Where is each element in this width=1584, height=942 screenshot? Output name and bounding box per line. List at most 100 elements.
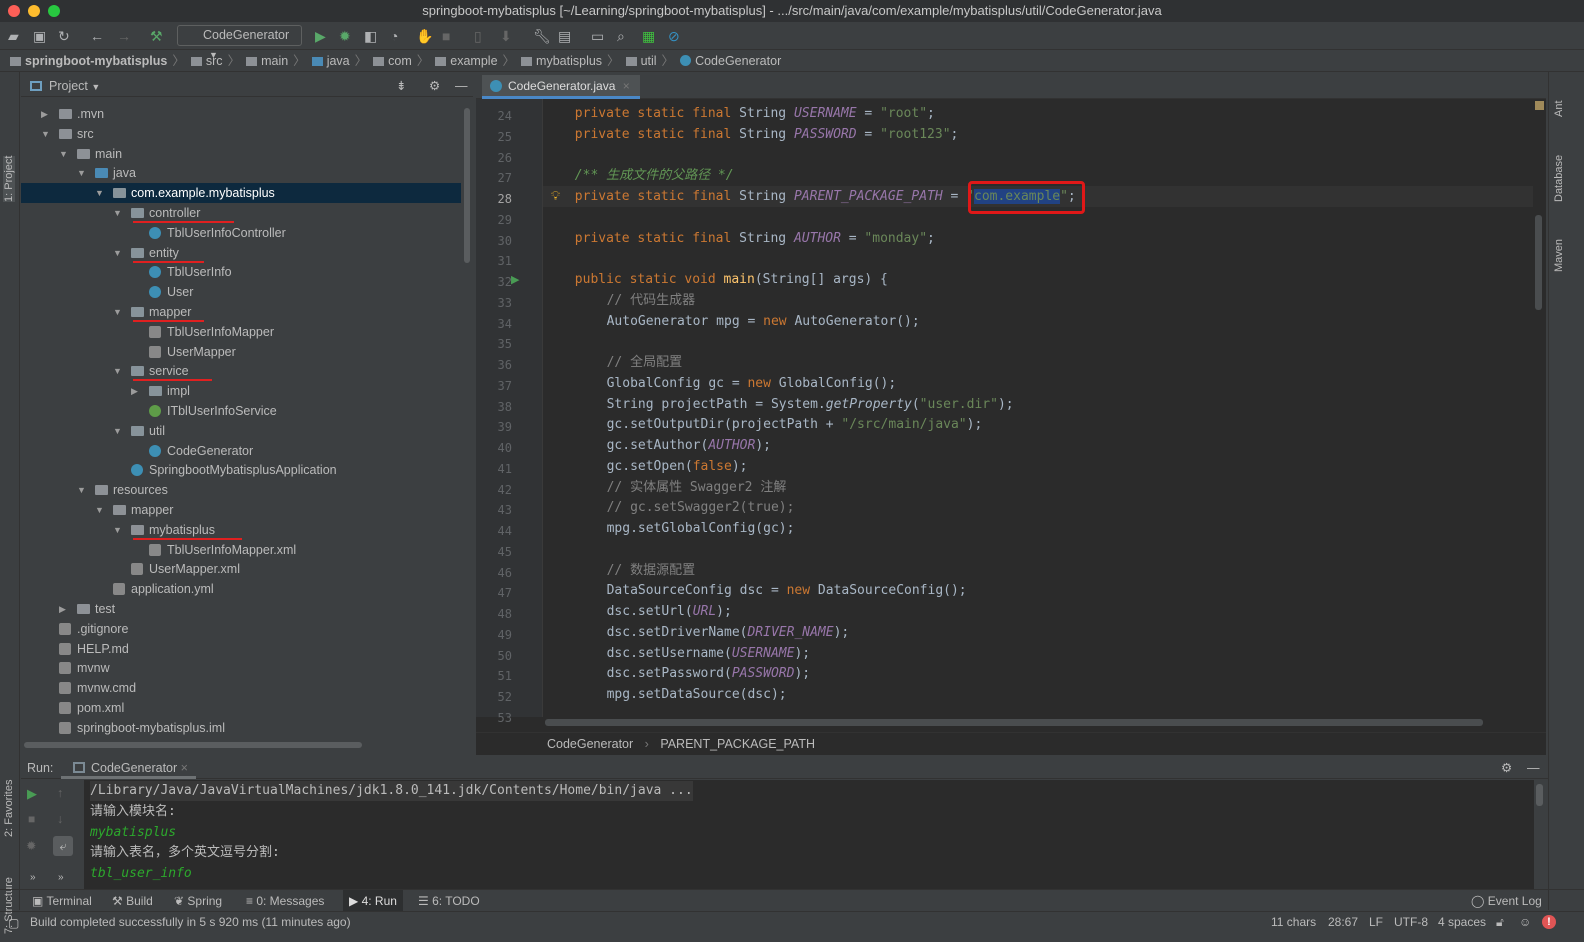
editor-vertical-scrollbar[interactable] [1535, 215, 1542, 310]
chevron-down-icon[interactable]: ▼ [113, 421, 122, 441]
close-tab-icon[interactable]: × [181, 761, 188, 775]
chevron-down-icon[interactable]: ▼ [113, 203, 122, 223]
soft-wrap-icon[interactable]: ⤶ [53, 836, 73, 856]
chevron-down-icon[interactable]: ▼ [95, 183, 104, 203]
code-line[interactable]: String projectPath = System.getProperty(… [543, 395, 1014, 415]
code-line[interactable]: mpg.setDataSource(dsc); [543, 685, 787, 705]
minimize-window-button[interactable] [28, 5, 40, 17]
code-line[interactable]: dsc.setUrl(URL); [543, 602, 732, 622]
tree-item[interactable]: ▶ impl [21, 381, 461, 401]
database-tool-button[interactable]: Database [1553, 155, 1565, 202]
terminal-tool-button[interactable]: ▣ Terminal [26, 890, 98, 912]
tree-item[interactable]: UserMapper [21, 342, 461, 362]
run-config-select[interactable]: CodeGenerator ▼ [177, 25, 302, 60]
attach-icon[interactable]: ✋ [416, 28, 433, 45]
tree-item[interactable]: mvnw [21, 658, 461, 678]
run-icon[interactable]: ▶ [315, 28, 326, 45]
chevron-right-icon[interactable]: ▶ [131, 381, 138, 401]
tree-item[interactable]: ▼ mapper [21, 500, 461, 520]
chevron-down-icon[interactable]: ▼ [59, 144, 68, 164]
console-scrollbar[interactable] [1536, 784, 1543, 806]
tree-item[interactable]: ▼ util [21, 421, 461, 441]
tree-item[interactable]: ▼ main [21, 144, 461, 164]
code-line[interactable]: dsc.setUsername(USERNAME); [543, 644, 811, 664]
messages-tool-button[interactable]: ≡ 0: Messages [240, 890, 330, 912]
breadcrumb-item[interactable]: main 〉 [246, 50, 306, 72]
no-entry-icon[interactable]: ⊘ [668, 28, 680, 45]
tree-item[interactable]: TblUserInfoMapper.xml [21, 540, 461, 560]
terminal-icon[interactable]: ▭ [591, 28, 604, 45]
crumb-class[interactable]: CodeGenerator [547, 737, 633, 751]
code-line[interactable]: gc.setAuthor(AUTHOR); [543, 436, 771, 456]
search-icon[interactable]: ⌕ [617, 28, 625, 45]
crumb-field[interactable]: PARENT_PACKAGE_PATH [660, 737, 815, 751]
back-icon[interactable]: ← [90, 28, 104, 44]
event-log-button[interactable]: ◯ Event Log [1465, 890, 1548, 912]
coverage-icon[interactable]: ◧ [364, 28, 377, 45]
tree-item[interactable]: ▼ java [21, 163, 461, 183]
editor-horizontal-scrollbar[interactable] [545, 719, 1483, 726]
run-gutter-icon[interactable]: ▶ [511, 273, 519, 286]
inspection-status-icon[interactable] [1535, 101, 1544, 110]
gear-icon[interactable]: ⚙ [1501, 757, 1512, 779]
tree-item[interactable]: application.yml [21, 579, 461, 599]
code-line[interactable]: private static final String PASSWORD = "… [543, 125, 959, 145]
code-line[interactable]: gc.setOutputDir(projectPath + "/src/main… [543, 415, 983, 435]
deploy-icon[interactable]: ⬇ [500, 28, 512, 45]
unlock-icon[interactable]: 🔓︎ [1496, 912, 1504, 932]
gear-icon[interactable]: ⚙ [429, 75, 440, 97]
indent-setting[interactable]: 4 spaces [1438, 912, 1486, 932]
tree-item[interactable]: TblUserInfoController [21, 223, 461, 243]
breadcrumb-item[interactable]: com 〉 [373, 50, 429, 72]
toggle-panels-icon[interactable]: ▢ [8, 913, 19, 933]
tree-item[interactable]: UserMapper.xml [21, 559, 461, 579]
chevron-down-icon[interactable]: ▼ [113, 361, 122, 381]
todo-tool-button[interactable]: ☰ 6: TODO [412, 890, 486, 912]
chevron-down-icon[interactable]: ▼ [113, 520, 122, 540]
tree-item[interactable]: ▼ entity [21, 243, 461, 263]
maximize-window-button[interactable] [48, 5, 60, 17]
tree-item[interactable]: ▼ controller [21, 203, 461, 223]
tree-item[interactable]: ▼ src [21, 124, 461, 144]
breadcrumb-item[interactable]: util 〉 [625, 50, 674, 72]
code-line[interactable]: dsc.setDriverName(DRIVER_NAME); [543, 623, 850, 643]
hide-panel-icon[interactable]: — [1527, 757, 1540, 779]
build-hammer-icon[interactable]: ⚒ [150, 28, 163, 45]
tree-item[interactable]: pom.xml [21, 698, 461, 718]
project-structure-icon[interactable]: ▤ [558, 28, 571, 45]
tree-item[interactable]: TblUserInfoMapper [21, 322, 461, 342]
tree-item[interactable]: SpringbootMybatisplusApplication [21, 460, 461, 480]
code-line[interactable]: // 代码生成器 [543, 291, 695, 311]
wrench-icon[interactable]: 🔧︎ [533, 28, 551, 45]
more-icon[interactable]: » [58, 872, 64, 883]
line-separator[interactable]: LF [1369, 912, 1383, 932]
rerun-icon[interactable]: ▶ [27, 786, 37, 802]
status-message[interactable]: Build completed successfully in 5 s 920 … [30, 912, 351, 932]
ant-tool-button[interactable]: Ant [1553, 100, 1565, 117]
code-line[interactable]: private static final String AUTHOR = "mo… [543, 229, 935, 249]
open-icon[interactable]: ▰ [8, 28, 19, 45]
chevron-down-icon[interactable]: ▼ [77, 480, 86, 500]
code-line[interactable]: // 全局配置 [543, 353, 682, 373]
project-view-selector[interactable]: Project ▼ [49, 75, 100, 98]
breadcrumb-item[interactable]: example 〉 [435, 50, 515, 72]
tree-horizontal-scrollbar[interactable] [24, 742, 362, 748]
project-tool-button[interactable]: 1: Project [3, 155, 15, 202]
run-tab-codegenerator[interactable]: CodeGenerator × [61, 757, 196, 779]
tree-item[interactable]: ▼ service [21, 361, 461, 382]
code-line[interactable]: DataSourceConfig dsc = new DataSourceCon… [543, 581, 967, 601]
hide-panel-icon[interactable]: — [455, 75, 468, 97]
tree-item[interactable]: ▼ mapper [21, 302, 461, 322]
tree-item[interactable]: mvnw.cmd [21, 678, 461, 698]
file-encoding[interactable]: UTF-8 [1394, 912, 1428, 932]
tree-item[interactable]: ▶ test [21, 599, 461, 619]
breadcrumb-item[interactable]: mybatisplus 〉 [521, 50, 620, 72]
chevron-down-icon[interactable]: ▼ [77, 163, 86, 183]
tree-item[interactable]: ITblUserInfoService [21, 401, 461, 421]
debug-icon[interactable]: ✹ [339, 28, 351, 45]
tree-item[interactable]: TblUserInfo [21, 262, 461, 282]
tree-item[interactable]: springboot-mybatisplus.iml [21, 718, 461, 738]
tree-item[interactable]: ▼ mybatisplus [21, 520, 461, 540]
favorites-tool-button[interactable]: 2: Favorites [3, 780, 15, 837]
code-line[interactable]: public static void main(String[] args) { [543, 270, 888, 290]
